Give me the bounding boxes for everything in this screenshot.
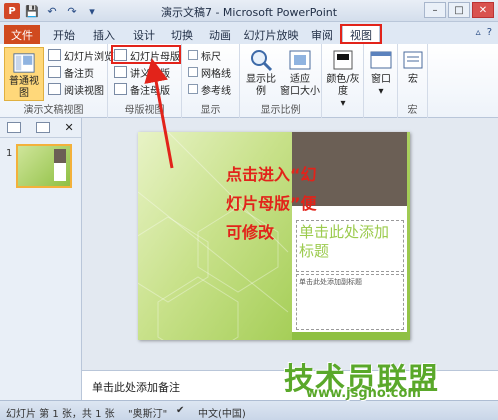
language-status[interactable]: 中文(中国) <box>198 405 246 420</box>
annotation-arrow <box>144 58 174 169</box>
notes-placeholder: 单击此处添加备注 <box>92 381 180 394</box>
spelling-check-icon[interactable]: ✔ <box>176 405 184 416</box>
status-bar: 幻灯片 第 1 张，共 1 张 "奥斯汀" ✔ 中文(中国) <box>0 400 498 420</box>
notes-pane[interactable]: 单击此处添加备注 <box>82 370 498 400</box>
slide-count-status: 幻灯片 第 1 张，共 1 张 <box>6 409 115 420</box>
theme-status: "奥斯汀" <box>128 409 168 420</box>
